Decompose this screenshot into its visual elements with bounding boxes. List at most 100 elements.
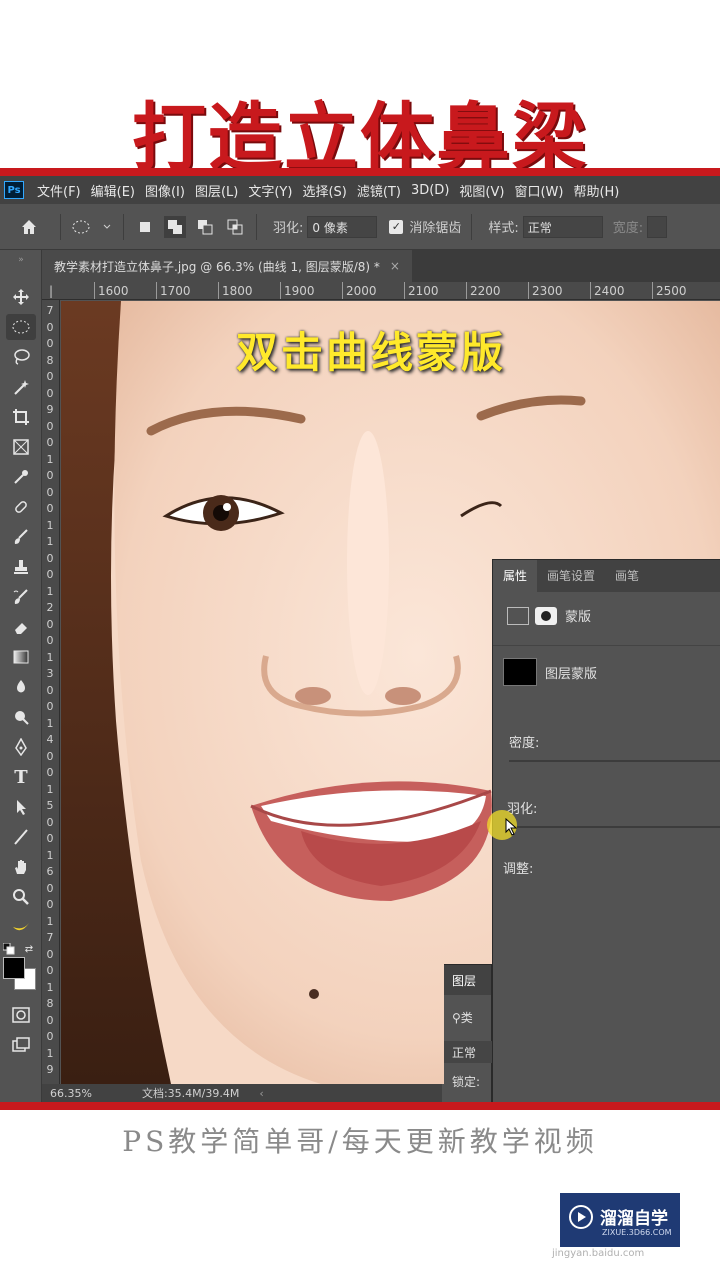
chevron-down-icon[interactable] bbox=[101, 216, 113, 238]
ruler-label: 8 bbox=[46, 353, 54, 367]
zoom-level[interactable]: 66.35% bbox=[50, 1087, 92, 1100]
document-tab[interactable]: 教学素材打造立体鼻子.jpg @ 66.3% (曲线 1, 图层蒙版/8) * … bbox=[42, 250, 412, 282]
home-icon[interactable] bbox=[18, 216, 40, 238]
ruler-label: 0 bbox=[46, 337, 54, 350]
bottom-red-rule bbox=[0, 1102, 720, 1110]
dodge-tool-icon[interactable] bbox=[6, 704, 36, 730]
ruler-label: 0 bbox=[46, 419, 54, 433]
ruler-label: 4 bbox=[46, 733, 54, 746]
menu-view[interactable]: 视图(V) bbox=[454, 181, 509, 200]
ruler-label: 1 bbox=[46, 914, 54, 928]
antialias-checkbox[interactable]: ✓ bbox=[389, 219, 404, 234]
feather-row: 羽化: bbox=[493, 798, 720, 817]
elliptical-marquee-tool-icon[interactable] bbox=[6, 314, 36, 340]
tab-properties[interactable]: 属性 bbox=[493, 560, 538, 592]
ruler-label: 0 bbox=[46, 469, 54, 482]
menu-file[interactable]: 文件(F) bbox=[32, 181, 86, 200]
adjust-row: 调整: bbox=[493, 858, 720, 877]
ruler-label: 2 bbox=[46, 601, 54, 614]
path-selection-tool-icon[interactable] bbox=[6, 794, 36, 820]
menu-select[interactable]: 选择(S) bbox=[297, 181, 351, 200]
ruler-label: 0 bbox=[46, 832, 54, 845]
ruler-label: 2000 bbox=[342, 282, 377, 299]
blur-tool-icon[interactable] bbox=[6, 674, 36, 700]
menu-image[interactable]: 图像(I) bbox=[140, 181, 190, 200]
line-tool-icon[interactable] bbox=[6, 824, 36, 850]
ruler-label: 0 bbox=[46, 749, 54, 763]
layer-mask-thumbnail[interactable] bbox=[503, 658, 537, 686]
separator bbox=[256, 213, 257, 240]
layer-filter-search[interactable]: ⚲类 bbox=[444, 1009, 492, 1026]
screen-mode-icon[interactable] bbox=[6, 1032, 36, 1058]
blend-mode-select[interactable]: 正常 bbox=[444, 1041, 492, 1063]
lock-label: 锁定: bbox=[452, 1075, 481, 1089]
ruler-label: 0 bbox=[46, 502, 54, 515]
menu-edit[interactable]: 编辑(E) bbox=[86, 181, 140, 200]
elliptical-marquee-preset-icon[interactable] bbox=[71, 216, 93, 238]
feather-slider[interactable] bbox=[509, 826, 720, 828]
quick-mask-icon[interactable] bbox=[6, 1002, 36, 1028]
hand-tool-icon[interactable] bbox=[6, 854, 36, 880]
menu-layer[interactable]: 图层(L) bbox=[190, 181, 243, 200]
ruler-label: 1 bbox=[46, 535, 54, 548]
mouse-cursor-icon bbox=[505, 817, 519, 840]
lasso-tool-icon[interactable] bbox=[6, 344, 36, 370]
feather-input[interactable]: 0 像素 bbox=[307, 215, 378, 238]
tab-brush-settings[interactable]: 画笔设置 bbox=[537, 560, 605, 592]
magic-wand-tool-icon[interactable] bbox=[6, 374, 36, 400]
tab-brushes[interactable]: 画笔 bbox=[605, 560, 649, 592]
watermark-logo: 溜溜自学 ZIXUE.3D66.COM bbox=[560, 1193, 680, 1247]
search-icon: ⚲ bbox=[452, 1011, 461, 1025]
menu-type[interactable]: 文字(Y) bbox=[243, 181, 297, 200]
default-colors-icon[interactable] bbox=[2, 942, 16, 956]
menu-help[interactable]: 帮助(H) bbox=[568, 181, 624, 200]
width-input[interactable] bbox=[647, 215, 668, 238]
pixel-mask-grid-icon[interactable] bbox=[507, 606, 529, 625]
menu-filter[interactable]: 滤镜(T) bbox=[352, 181, 406, 200]
crop-tool-icon[interactable] bbox=[6, 404, 36, 430]
layer-mask-label: 图层蒙版 bbox=[545, 666, 598, 682]
subtract-selection-icon[interactable] bbox=[194, 216, 216, 238]
zoom-tool-icon[interactable] bbox=[6, 884, 36, 910]
foreground-color-swatch[interactable] bbox=[3, 957, 25, 979]
ruler-label: 2100 bbox=[404, 282, 439, 299]
tools-panel: » T ⇄ bbox=[0, 250, 42, 1102]
collapse-toolbar-icon[interactable]: » bbox=[6, 254, 36, 266]
ruler-label: 1 bbox=[46, 518, 54, 532]
clone-stamp-tool-icon[interactable] bbox=[6, 554, 36, 580]
pen-tool-icon[interactable] bbox=[6, 734, 36, 760]
type-tool-icon[interactable]: T bbox=[6, 764, 36, 790]
intersect-selection-icon[interactable] bbox=[224, 216, 246, 238]
menu-window[interactable]: 窗口(W) bbox=[509, 181, 568, 200]
tab-layers[interactable]: 图层 bbox=[444, 972, 492, 989]
mask-header: 蒙版 bbox=[493, 592, 720, 646]
healing-brush-tool-icon[interactable] bbox=[6, 494, 36, 520]
ruler-label: 7 bbox=[46, 304, 54, 317]
properties-tab-bar: 属性 画笔设置 画笔 bbox=[493, 560, 720, 592]
document-size: 文档:35.4M/39.4M bbox=[141, 1087, 240, 1100]
density-row: 密度: bbox=[493, 732, 720, 751]
ruler-label: 1600 bbox=[94, 282, 129, 299]
eyedropper-tool-icon[interactable] bbox=[6, 464, 36, 490]
swap-colors-icon[interactable]: ⇄ bbox=[22, 942, 36, 956]
ruler-label: 0 bbox=[46, 436, 54, 449]
close-icon[interactable]: × bbox=[390, 259, 400, 273]
menu-3d[interactable]: 3D(D) bbox=[406, 183, 454, 198]
frame-tool-icon[interactable] bbox=[6, 434, 36, 460]
move-tool-icon[interactable] bbox=[6, 284, 36, 310]
new-selection-icon[interactable] bbox=[134, 216, 156, 238]
gradient-tool-icon[interactable] bbox=[6, 644, 36, 670]
density-slider[interactable] bbox=[509, 760, 720, 762]
ruler-label: 0 bbox=[46, 320, 54, 334]
style-select[interactable]: 正常 bbox=[522, 215, 603, 238]
banana-icon[interactable] bbox=[6, 914, 36, 940]
horizontal-ruler: | 1600 1700 1800 1900 2000 2100 2200 230… bbox=[42, 282, 720, 300]
layer-mask-icon[interactable] bbox=[535, 606, 557, 625]
eraser-tool-icon[interactable] bbox=[6, 614, 36, 640]
add-to-selection-icon[interactable] bbox=[164, 215, 186, 238]
ruler-label: 8 bbox=[46, 997, 54, 1010]
history-brush-tool-icon[interactable] bbox=[6, 584, 36, 610]
menu-bar: Ps 文件(F) 编辑(E) 图像(I) 图层(L) 文字(Y) 选择(S) 滤… bbox=[0, 176, 720, 204]
brush-tool-icon[interactable] bbox=[6, 524, 36, 550]
status-scroll-left-icon[interactable]: ‹ bbox=[259, 1087, 263, 1100]
